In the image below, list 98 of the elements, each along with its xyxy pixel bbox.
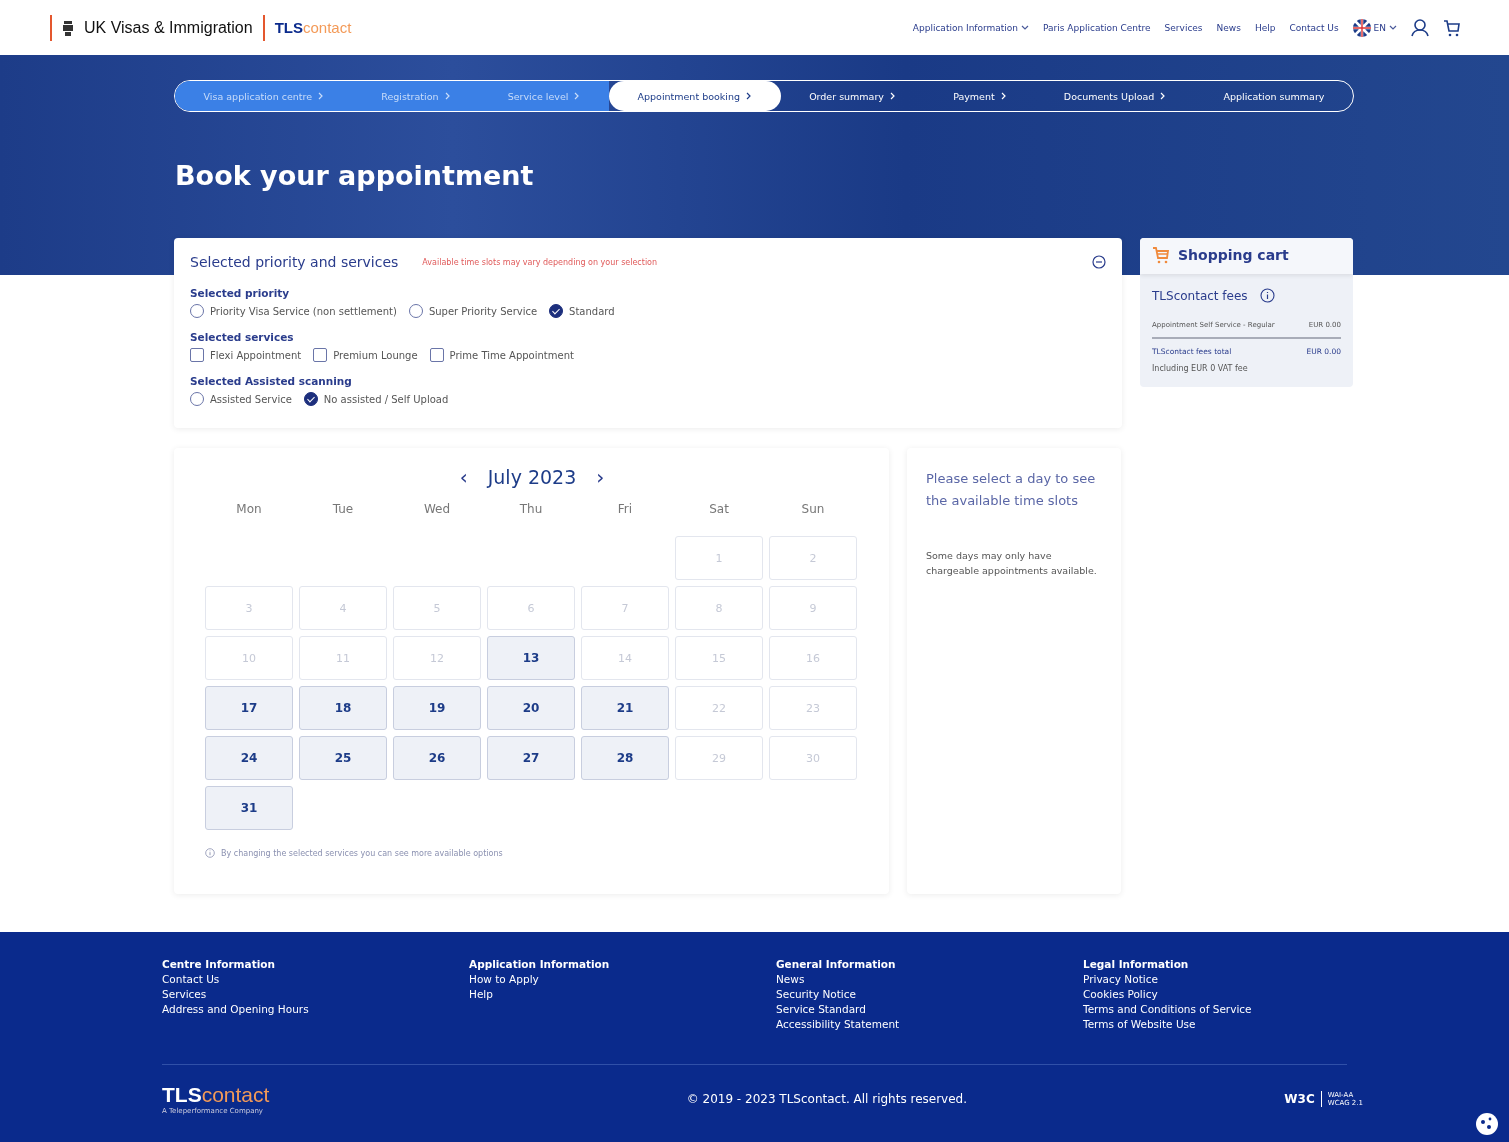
copyright-text: © 2019 - 2023 TLScontact. All rights reserved. bbox=[686, 1092, 967, 1106]
previous-month-button[interactable]: ‹ bbox=[455, 467, 472, 487]
nav-link[interactable]: News bbox=[1216, 22, 1241, 33]
radio-button[interactable] bbox=[549, 304, 564, 318]
weekday-label: Mon bbox=[235, 502, 263, 516]
calendar-day[interactable]: 13 bbox=[487, 636, 575, 680]
chevron-right-icon bbox=[1000, 92, 1007, 100]
footer-link[interactable]: Security Notice bbox=[776, 988, 856, 1000]
weekday-label: Fri bbox=[616, 502, 634, 516]
calendar-day[interactable]: 20 bbox=[487, 686, 575, 730]
step[interactable]: Documents Upload bbox=[1035, 81, 1195, 111]
option-label: Standard bbox=[569, 305, 615, 317]
collapse-icon[interactable] bbox=[1092, 255, 1106, 269]
weekday-label: Thu bbox=[518, 502, 544, 516]
weekday-label: Tue bbox=[331, 502, 355, 516]
month-title: July 2023 bbox=[487, 466, 577, 488]
option-label: Priority Visa Service (non settlement) bbox=[210, 305, 397, 317]
crest-icon bbox=[62, 18, 74, 37]
footer-heading: General Information bbox=[776, 958, 896, 970]
section-title: Selected priority and services bbox=[190, 254, 399, 270]
chevron-right-icon bbox=[1160, 92, 1167, 100]
nav-link[interactable]: Contact Us bbox=[1289, 22, 1339, 33]
option-label: Flexi Appointment bbox=[210, 349, 302, 361]
w3c-badge-text: W3C bbox=[1284, 1092, 1315, 1106]
chevron-right-icon bbox=[318, 92, 325, 100]
nav-link[interactable]: Help bbox=[1254, 22, 1276, 33]
footer-link[interactable]: Service Standard bbox=[776, 1003, 866, 1015]
footer-link[interactable]: Terms of Website Use bbox=[1083, 1018, 1196, 1030]
option-label: No assisted / Self Upload bbox=[323, 393, 449, 405]
footer-link[interactable]: News bbox=[776, 973, 805, 985]
chevron-down-icon bbox=[1389, 24, 1397, 31]
group-label: Selected priority bbox=[190, 287, 290, 299]
step[interactable]: Application summary bbox=[1194, 81, 1353, 111]
option-label: Super Priority Service bbox=[428, 305, 538, 317]
info-icon bbox=[205, 848, 215, 858]
cart-title: Shopping cart bbox=[1178, 247, 1289, 263]
footer-heading: Application Information bbox=[469, 958, 610, 970]
group-label: Selected Assisted scanning bbox=[190, 375, 352, 387]
calendar-day[interactable]: 28 bbox=[581, 736, 669, 780]
calendar-day[interactable]: 19 bbox=[393, 686, 481, 730]
weekday-label: Sat bbox=[708, 502, 730, 516]
nav-link[interactable]: Paris Application Centre bbox=[1043, 22, 1151, 33]
step[interactable]: Appointment booking bbox=[608, 81, 781, 111]
chevron-down-icon bbox=[1021, 24, 1030, 31]
checkbox[interactable] bbox=[190, 348, 204, 362]
footer-link[interactable]: Accessibility Statement bbox=[776, 1018, 900, 1030]
calendar-day[interactable]: 26 bbox=[393, 736, 481, 780]
cookie-icon[interactable] bbox=[1475, 1112, 1499, 1136]
footer-link[interactable]: Contact Us bbox=[162, 973, 220, 985]
calendar-day[interactable]: 21 bbox=[581, 686, 669, 730]
cart-icon bbox=[1152, 246, 1170, 264]
footer-link[interactable]: Terms and Conditions of Service bbox=[1083, 1003, 1252, 1015]
footer-link[interactable]: Address and Opening Hours bbox=[162, 1003, 309, 1015]
calendar-day[interactable]: 24 bbox=[205, 736, 293, 780]
footer-link[interactable]: Services bbox=[162, 988, 207, 1000]
chevron-right-icon bbox=[444, 92, 451, 100]
chevron-right-icon bbox=[746, 92, 752, 100]
option-label: Prime Time Appointment bbox=[449, 349, 574, 361]
chevron-right-icon bbox=[574, 92, 581, 100]
nav-link[interactable]: Application Information bbox=[912, 22, 1030, 33]
footer-logo: TLScontact bbox=[162, 1083, 270, 1107]
user-icon[interactable] bbox=[1411, 18, 1429, 37]
time-slots-note: Some days may only have chargeable appointments available. bbox=[926, 549, 1098, 578]
weekday-label: Sun bbox=[800, 502, 826, 516]
hint-text: By changing the selected services you can see more available options bbox=[221, 848, 503, 858]
nav-link[interactable]: Services bbox=[1164, 22, 1203, 33]
footer-link[interactable]: Help bbox=[469, 988, 493, 1000]
calendar-day[interactable]: 31 bbox=[205, 786, 293, 830]
calendar-day[interactable]: 18 bbox=[299, 686, 387, 730]
logo-text: UK Visas & Immigration bbox=[84, 18, 253, 37]
calendar-day[interactable]: 27 bbox=[487, 736, 575, 780]
weekday-label: Wed bbox=[422, 502, 452, 516]
page-title: Book your appointment bbox=[175, 160, 534, 191]
footer-link[interactable]: Privacy Notice bbox=[1083, 973, 1158, 985]
radio-button[interactable] bbox=[303, 392, 318, 406]
footer-heading: Centre Information bbox=[162, 958, 275, 970]
checkbox[interactable] bbox=[429, 348, 444, 362]
next-month-button[interactable]: › bbox=[592, 467, 609, 487]
group-label: Selected services bbox=[190, 331, 294, 343]
footer-link[interactable]: How to Apply bbox=[469, 973, 539, 985]
brand-logo: TLScontact bbox=[274, 19, 352, 36]
time-slots-heading: Please select a day to see the available time slots bbox=[926, 470, 1097, 510]
footer-link[interactable]: Cookies Policy bbox=[1083, 988, 1158, 1000]
option-label: Assisted Service bbox=[210, 393, 292, 405]
footer-heading: Legal Information bbox=[1083, 958, 1189, 970]
chevron-right-icon bbox=[890, 92, 896, 100]
vat-note: Including EUR 0 VAT fee bbox=[1152, 364, 1248, 373]
calendar-day[interactable]: 25 bbox=[299, 736, 387, 780]
calendar-day[interactable]: 17 bbox=[205, 686, 293, 730]
info-icon[interactable] bbox=[1259, 288, 1275, 303]
step[interactable]: Payment bbox=[924, 81, 1036, 111]
cart-icon[interactable] bbox=[1443, 18, 1461, 37]
fees-title: TLScontact fees bbox=[1152, 288, 1248, 303]
warning-note: Available time slots may vary depending on your selection bbox=[422, 257, 658, 267]
language-selector[interactable]: EN bbox=[1352, 18, 1397, 37]
option-label: Premium Lounge bbox=[333, 349, 418, 361]
step[interactable]: Order summary bbox=[780, 81, 925, 111]
checkbox[interactable] bbox=[313, 348, 328, 362]
